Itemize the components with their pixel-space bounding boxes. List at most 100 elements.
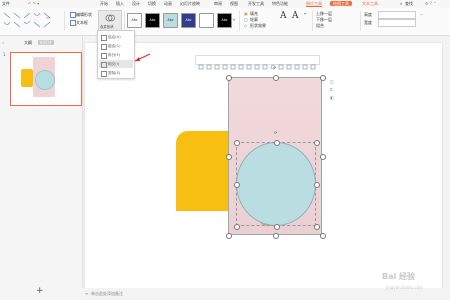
tab-developer[interactable]: 开发工具 (248, 1, 264, 6)
layout-options-icon[interactable]: ◫ (330, 79, 334, 84)
tab-animation[interactable]: 动画 (164, 1, 172, 6)
circle-handle-se[interactable] (314, 224, 320, 230)
shape-style-6[interactable]: Abc (217, 13, 232, 28)
tab-design[interactable]: 设计 (132, 1, 140, 6)
text-fill-a-icon[interactable]: A (292, 11, 299, 21)
resize-handle-sw[interactable] (226, 233, 232, 239)
menu-item-intersect[interactable]: 相交(I) (99, 60, 133, 68)
shape-style-5[interactable] (199, 13, 214, 28)
style-gallery-more-icon[interactable]: ▾ (233, 17, 235, 22)
shape-style-4-label: Abc (185, 18, 192, 22)
tab-outline[interactable]: 大纲 (24, 40, 32, 45)
search-icon[interactable]: ⌕ (400, 1, 402, 6)
width-field[interactable] (378, 19, 416, 27)
shape-style-2[interactable]: Abc (145, 13, 160, 28)
annotation-arrow-icon (134, 53, 151, 62)
circle-rotate-handle-icon[interactable]: ⟳ (274, 130, 277, 135)
tab-insert[interactable]: 插入 (116, 1, 124, 6)
outline-button[interactable]: 轮廓 (250, 17, 258, 22)
ribbon-toolbar: 编辑形状 文本框 合并形状 Abc Abc Abc Abc Abc ▾ ▣ 填充… (0, 8, 450, 36)
union-icon (101, 35, 107, 41)
menu-item-combine-label: 组合(C) (108, 43, 121, 48)
menu-item-union[interactable]: 结合(U) (99, 33, 133, 41)
circle-selection-frame (236, 142, 316, 226)
text-options-icon[interactable]: ▾ (304, 11, 306, 16)
notes-icon: ≡ (85, 291, 89, 296)
tab-slideshow[interactable]: 幻灯片放映 (180, 1, 200, 6)
up-one-layer-button[interactable]: 上移一层 (316, 11, 332, 16)
thumb-yellow-shape (21, 69, 33, 87)
tab-picture-tools[interactable]: 图片工具 (306, 1, 322, 7)
shape-style-2-label: Abc (149, 18, 156, 22)
tab-home[interactable]: 开始 (100, 1, 108, 6)
watermark-url: jingyan.baidu.com (386, 285, 423, 290)
circle-handle-n[interactable] (274, 140, 280, 146)
side-quick-toolbar: ◫ ⌗ ◧ (330, 79, 336, 109)
subtract-icon (101, 71, 107, 77)
add-slide-button[interactable]: + (36, 286, 44, 296)
shape-style-1[interactable]: Abc (127, 13, 142, 28)
thumb-circle (35, 70, 55, 90)
shape-effects-icon[interactable]: ◇ (244, 23, 247, 28)
merge-shapes-dropdown: 结合(U) 组合(C) 拆分(F) 相交(I) 剪除(S) (97, 30, 135, 79)
menu-item-fragment[interactable]: 拆分(F) (99, 51, 133, 59)
outline-icon[interactable]: □ (244, 17, 248, 22)
resize-handle-w[interactable] (226, 154, 232, 160)
merge-shapes-icon (105, 14, 115, 22)
circle-handle-s[interactable] (274, 224, 280, 230)
combine-icon (101, 44, 107, 50)
resize-handle-e[interactable] (320, 154, 326, 160)
shape-style-3[interactable]: Abc (163, 13, 178, 28)
tab-transitions[interactable]: 切换 (148, 1, 156, 6)
circle-handle-sw[interactable] (234, 224, 240, 230)
resize-handle-n[interactable] (273, 75, 279, 81)
text-style-a-icon[interactable]: A (280, 11, 287, 21)
file-menu[interactable]: 文件 (2, 1, 10, 6)
height-field[interactable] (378, 11, 416, 19)
crop-icon[interactable]: ⌗ (330, 87, 332, 92)
down-one-layer-button[interactable]: 下移一层 (316, 17, 332, 22)
window-controls-icon[interactable]: ⚙ ? ⌃ (425, 1, 437, 6)
tab-slides[interactable]: 幻灯片 (38, 40, 54, 45)
circle-handle-nw[interactable] (234, 140, 240, 146)
resize-handle-se[interactable] (320, 233, 326, 239)
notes-placeholder[interactable]: 单击此处添加备注 (91, 291, 123, 296)
fill-icon[interactable]: ▣ (244, 11, 248, 16)
circle-handle-w[interactable] (234, 182, 240, 188)
menu-item-subtract-label: 剪除(S) (108, 70, 121, 75)
size-dialog-icon[interactable]: ⌐ (420, 12, 423, 17)
resize-handle-nw[interactable] (226, 75, 232, 81)
shape-effects-button[interactable]: 形状效果 (250, 23, 266, 28)
intersect-icon (101, 62, 107, 68)
slide-thumbnail[interactable] (10, 52, 82, 106)
yellow-rounded-shape[interactable] (176, 131, 230, 211)
collapse-panel-icon[interactable]: « (2, 40, 4, 45)
floating-toolbar-icons[interactable] (196, 63, 319, 71)
style-icon[interactable]: ◧ (330, 95, 334, 100)
quick-access-icons[interactable]: ↶ ↷ ▾ (28, 1, 39, 6)
tab-text-tools[interactable]: 文本工具 (362, 1, 378, 6)
menu-item-combine[interactable]: 组合(C) (99, 42, 133, 50)
watermark-text: Bai 经验 (382, 272, 416, 281)
rotate-handle-icon[interactable]: ⟳ (273, 65, 276, 70)
width-label: 宽度 (364, 20, 372, 25)
fill-button[interactable]: 填充 (250, 11, 258, 16)
tab-view[interactable]: 视图 (230, 1, 238, 6)
menu-item-union-label: 结合(U) (108, 34, 121, 39)
resize-handle-s[interactable] (273, 233, 279, 239)
circle-handle-e[interactable] (314, 182, 320, 188)
shape-gallery-icon[interactable] (2, 10, 60, 30)
shape-style-4[interactable]: Abc (181, 13, 196, 28)
group-button[interactable]: 组合 (316, 23, 324, 28)
circle-handle-ne[interactable] (314, 140, 320, 146)
edit-shape-button[interactable]: 编辑形状 (76, 12, 92, 17)
menu-item-fragment-label: 拆分(F) (108, 52, 121, 57)
menu-item-subtract[interactable]: 剪除(S) (99, 69, 133, 77)
resize-handle-ne[interactable] (320, 75, 326, 81)
tab-review[interactable]: 审阅 (214, 1, 222, 6)
menu-item-intersect-label: 相交(I) (108, 61, 120, 66)
tab-features[interactable]: 特色功能 (272, 1, 288, 6)
search-label[interactable]: 查找 (405, 1, 413, 6)
text-box-button[interactable]: 文本框 (76, 20, 88, 25)
tab-drawing-tools[interactable]: 绘图工具 (330, 1, 352, 6)
